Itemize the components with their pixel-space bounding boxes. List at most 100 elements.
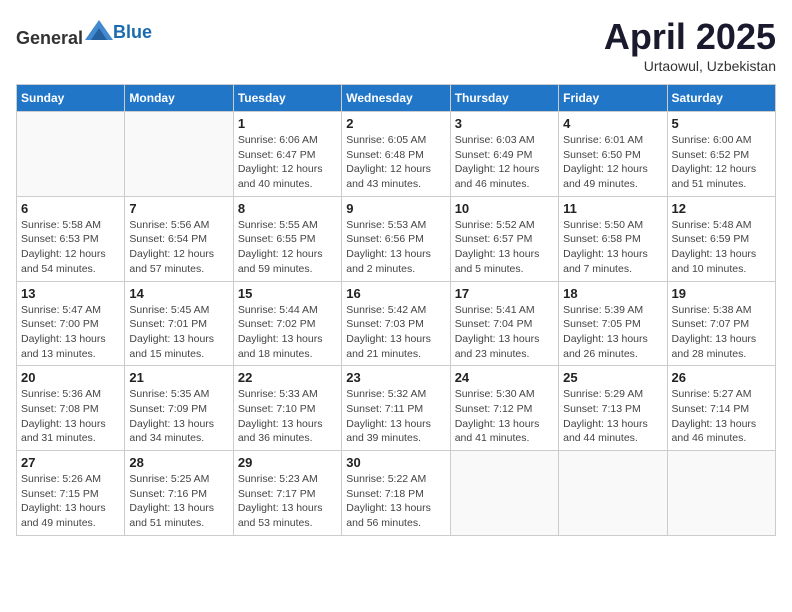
day-info: Sunrise: 5:41 AMSunset: 7:04 PMDaylight:… bbox=[455, 303, 554, 362]
weekday-header-wednesday: Wednesday bbox=[342, 85, 450, 112]
day-number: 4 bbox=[563, 116, 662, 131]
calendar-week-row: 13Sunrise: 5:47 AMSunset: 7:00 PMDayligh… bbox=[17, 281, 776, 366]
day-number: 22 bbox=[238, 370, 337, 385]
day-number: 9 bbox=[346, 201, 445, 216]
day-number: 5 bbox=[672, 116, 771, 131]
calendar-week-row: 1 Sunrise: 6:06 AMSunset: 6:47 PMDaylight… bbox=[17, 112, 776, 197]
day-number: 30 bbox=[346, 455, 445, 470]
day-number: 11 bbox=[563, 201, 662, 216]
calendar-day-28: 28 Sunrise: 5:25 AMSunset: 7:16 PMDayligh… bbox=[125, 451, 233, 536]
day-info: Sunrise: 5:25 AMSunset: 7:16 PMDaylight:… bbox=[129, 472, 228, 531]
calendar-day-8: 8 Sunrise: 5:55 AMSunset: 6:55 PMDaylight… bbox=[233, 196, 341, 281]
day-info: Sunrise: 5:36 AMSunset: 7:08 PMDaylight:… bbox=[21, 387, 120, 446]
day-info: Sunrise: 6:05 AMSunset: 6:48 PMDaylight:… bbox=[346, 133, 445, 192]
day-info: Sunrise: 5:27 AMSunset: 7:14 PMDaylight:… bbox=[672, 387, 771, 446]
calendar-day-11: 11 Sunrise: 5:50 AMSunset: 6:58 PMDayligh… bbox=[559, 196, 667, 281]
calendar-day-30: 30 Sunrise: 5:22 AMSunset: 7:18 PMDayligh… bbox=[342, 451, 450, 536]
calendar-empty-cell bbox=[17, 112, 125, 197]
day-info: Sunrise: 5:48 AMSunset: 6:59 PMDaylight:… bbox=[672, 218, 771, 277]
day-info: Sunrise: 5:55 AMSunset: 6:55 PMDaylight:… bbox=[238, 218, 337, 277]
calendar-day-17: 17 Sunrise: 5:41 AMSunset: 7:04 PMDayligh… bbox=[450, 281, 558, 366]
calendar-day-7: 7 Sunrise: 5:56 AMSunset: 6:54 PMDaylight… bbox=[125, 196, 233, 281]
day-number: 28 bbox=[129, 455, 228, 470]
day-info: Sunrise: 6:00 AMSunset: 6:52 PMDaylight:… bbox=[672, 133, 771, 192]
day-number: 7 bbox=[129, 201, 228, 216]
day-number: 19 bbox=[672, 286, 771, 301]
page-header: General Blue April 2025 Urtaowul, Uzbeki… bbox=[16, 16, 776, 74]
day-number: 16 bbox=[346, 286, 445, 301]
day-number: 26 bbox=[672, 370, 771, 385]
day-info: Sunrise: 5:47 AMSunset: 7:00 PMDaylight:… bbox=[21, 303, 120, 362]
day-number: 15 bbox=[238, 286, 337, 301]
day-number: 3 bbox=[455, 116, 554, 131]
calendar-day-14: 14 Sunrise: 5:45 AMSunset: 7:01 PMDayligh… bbox=[125, 281, 233, 366]
calendar-day-29: 29Sunrise: 5:23 AMSunset: 7:17 PMDayligh… bbox=[233, 451, 341, 536]
calendar-day-2: 2 Sunrise: 6:05 AMSunset: 6:48 PMDaylight… bbox=[342, 112, 450, 197]
day-number: 18 bbox=[563, 286, 662, 301]
day-info: Sunrise: 5:22 AMSunset: 7:18 PMDaylight:… bbox=[346, 472, 445, 531]
day-info: Sunrise: 5:58 AMSunset: 6:53 PMDaylight:… bbox=[21, 218, 120, 277]
weekday-header-row: SundayMondayTuesdayWednesdayThursdayFrid… bbox=[17, 85, 776, 112]
calendar-day-13: 13Sunrise: 5:47 AMSunset: 7:00 PMDayligh… bbox=[17, 281, 125, 366]
calendar-day-12: 12 Sunrise: 5:48 AMSunset: 6:59 PMDayligh… bbox=[667, 196, 775, 281]
day-number: 21 bbox=[129, 370, 228, 385]
calendar-day-26: 26 Sunrise: 5:27 AMSunset: 7:14 PMDayligh… bbox=[667, 366, 775, 451]
calendar-day-15: 15 Sunrise: 5:44 AMSunset: 7:02 PMDayligh… bbox=[233, 281, 341, 366]
day-info: Sunrise: 5:32 AMSunset: 7:11 PMDaylight:… bbox=[346, 387, 445, 446]
weekday-header-thursday: Thursday bbox=[450, 85, 558, 112]
day-number: 14 bbox=[129, 286, 228, 301]
calendar-day-18: 18 Sunrise: 5:39 AMSunset: 7:05 PMDayligh… bbox=[559, 281, 667, 366]
day-info: Sunrise: 6:03 AMSunset: 6:49 PMDaylight:… bbox=[455, 133, 554, 192]
day-info: Sunrise: 5:23 AMSunset: 7:17 PMDaylight:… bbox=[238, 472, 337, 531]
weekday-header-sunday: Sunday bbox=[17, 85, 125, 112]
calendar-empty-cell bbox=[667, 451, 775, 536]
day-info: Sunrise: 6:06 AMSunset: 6:47 PMDaylight:… bbox=[238, 133, 337, 192]
day-info: Sunrise: 5:50 AMSunset: 6:58 PMDaylight:… bbox=[563, 218, 662, 277]
logo-blue: Blue bbox=[113, 22, 152, 42]
calendar-day-22: 22 Sunrise: 5:33 AMSunset: 7:10 PMDayligh… bbox=[233, 366, 341, 451]
day-info: Sunrise: 5:52 AMSunset: 6:57 PMDaylight:… bbox=[455, 218, 554, 277]
day-number: 2 bbox=[346, 116, 445, 131]
calendar-day-19: 19 Sunrise: 5:38 AMSunset: 7:07 PMDayligh… bbox=[667, 281, 775, 366]
logo-general: General bbox=[16, 28, 83, 48]
logo-icon bbox=[85, 16, 113, 44]
day-number: 6 bbox=[21, 201, 120, 216]
calendar-day-23: 23 Sunrise: 5:32 AMSunset: 7:11 PMDayligh… bbox=[342, 366, 450, 451]
calendar-day-3: 3 Sunrise: 6:03 AMSunset: 6:49 PMDaylight… bbox=[450, 112, 558, 197]
day-info: Sunrise: 5:26 AMSunset: 7:15 PMDaylight:… bbox=[21, 472, 120, 531]
day-number: 12 bbox=[672, 201, 771, 216]
calendar-day-27: 27 Sunrise: 5:26 AMSunset: 7:15 PMDayligh… bbox=[17, 451, 125, 536]
calendar-week-row: 20 Sunrise: 5:36 AMSunset: 7:08 PMDayligh… bbox=[17, 366, 776, 451]
day-info: Sunrise: 5:38 AMSunset: 7:07 PMDaylight:… bbox=[672, 303, 771, 362]
day-info: Sunrise: 5:44 AMSunset: 7:02 PMDaylight:… bbox=[238, 303, 337, 362]
day-number: 17 bbox=[455, 286, 554, 301]
weekday-header-saturday: Saturday bbox=[667, 85, 775, 112]
day-number: 27 bbox=[21, 455, 120, 470]
day-info: Sunrise: 5:29 AMSunset: 7:13 PMDaylight:… bbox=[563, 387, 662, 446]
weekday-header-tuesday: Tuesday bbox=[233, 85, 341, 112]
calendar-week-row: 6 Sunrise: 5:58 AMSunset: 6:53 PMDaylight… bbox=[17, 196, 776, 281]
day-number: 8 bbox=[238, 201, 337, 216]
calendar-day-20: 20 Sunrise: 5:36 AMSunset: 7:08 PMDayligh… bbox=[17, 366, 125, 451]
weekday-header-friday: Friday bbox=[559, 85, 667, 112]
calendar-day-16: 16Sunrise: 5:42 AMSunset: 7:03 PMDayligh… bbox=[342, 281, 450, 366]
calendar-empty-cell bbox=[559, 451, 667, 536]
calendar-day-24: 24Sunrise: 5:30 AMSunset: 7:12 PMDayligh… bbox=[450, 366, 558, 451]
weekday-header-monday: Monday bbox=[125, 85, 233, 112]
day-info: Sunrise: 5:39 AMSunset: 7:05 PMDaylight:… bbox=[563, 303, 662, 362]
calendar-week-row: 27 Sunrise: 5:26 AMSunset: 7:15 PMDayligh… bbox=[17, 451, 776, 536]
day-info: Sunrise: 6:01 AMSunset: 6:50 PMDaylight:… bbox=[563, 133, 662, 192]
calendar-empty-cell bbox=[450, 451, 558, 536]
day-info: Sunrise: 5:33 AMSunset: 7:10 PMDaylight:… bbox=[238, 387, 337, 446]
day-info: Sunrise: 5:53 AMSunset: 6:56 PMDaylight:… bbox=[346, 218, 445, 277]
day-number: 25 bbox=[563, 370, 662, 385]
day-info: Sunrise: 5:45 AMSunset: 7:01 PMDaylight:… bbox=[129, 303, 228, 362]
calendar-day-25: 25 Sunrise: 5:29 AMSunset: 7:13 PMDayligh… bbox=[559, 366, 667, 451]
calendar-day-4: 4 Sunrise: 6:01 AMSunset: 6:50 PMDaylight… bbox=[559, 112, 667, 197]
month-title: April 2025 bbox=[604, 16, 776, 58]
day-number: 20 bbox=[21, 370, 120, 385]
calendar-day-10: 10Sunrise: 5:52 AMSunset: 6:57 PMDayligh… bbox=[450, 196, 558, 281]
day-number: 23 bbox=[346, 370, 445, 385]
day-number: 1 bbox=[238, 116, 337, 131]
day-info: Sunrise: 5:56 AMSunset: 6:54 PMDaylight:… bbox=[129, 218, 228, 277]
